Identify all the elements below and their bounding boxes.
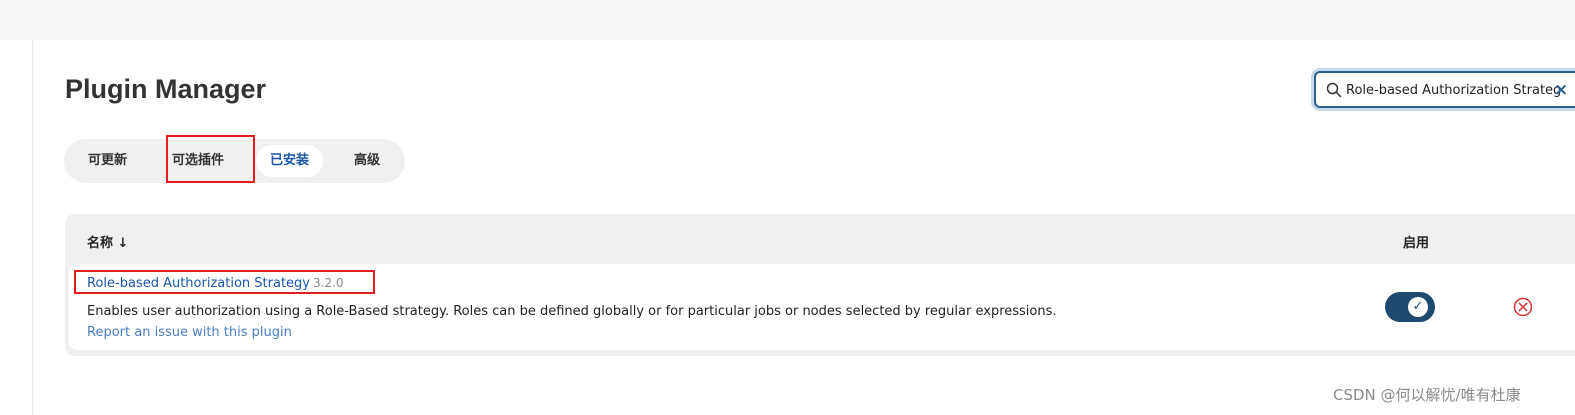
clear-icon[interactable]: × xyxy=(1554,80,1568,100)
column-header-name[interactable]: 名称 ↓ xyxy=(87,232,128,251)
watermark: CSDN @何以解忧/唯有杜康 xyxy=(1333,386,1521,404)
remove-circle-icon[interactable] xyxy=(1513,297,1533,317)
page-title: Plugin Manager xyxy=(65,74,267,104)
column-header-enabled: 启用 xyxy=(1403,236,1430,251)
search-icon xyxy=(1326,82,1342,98)
enable-toggle[interactable]: ✓ xyxy=(1385,292,1435,322)
tab-bar: 可更新 可选插件 已安装 高级 xyxy=(64,139,405,183)
plugin-version: 3.2.0 xyxy=(313,276,344,290)
plugin-search-box[interactable]: × xyxy=(1314,71,1575,108)
installed-plugins-table: 名称 ↓ 启用 Role-based Authorization Strateg… xyxy=(65,214,1575,356)
check-icon: ✓ xyxy=(1408,297,1428,317)
plugin-name-link[interactable]: Role-based Authorization Strategy xyxy=(87,276,310,291)
report-issue-link[interactable]: Report an issue with this plugin xyxy=(87,325,292,340)
tab-installed[interactable]: 已安装 xyxy=(256,145,324,177)
tab-available[interactable]: 可选插件 xyxy=(158,145,238,177)
tab-updates[interactable]: 可更新 xyxy=(74,145,141,177)
sidebar xyxy=(0,40,33,415)
search-input[interactable] xyxy=(1346,80,1561,100)
top-header-bar xyxy=(0,0,1575,40)
tab-advanced[interactable]: 高级 xyxy=(340,145,394,177)
table-row: Role-based Authorization Strategy 3.2.0 … xyxy=(69,264,1575,350)
plugin-description: Enables user authorization using a Role-… xyxy=(87,304,1057,319)
